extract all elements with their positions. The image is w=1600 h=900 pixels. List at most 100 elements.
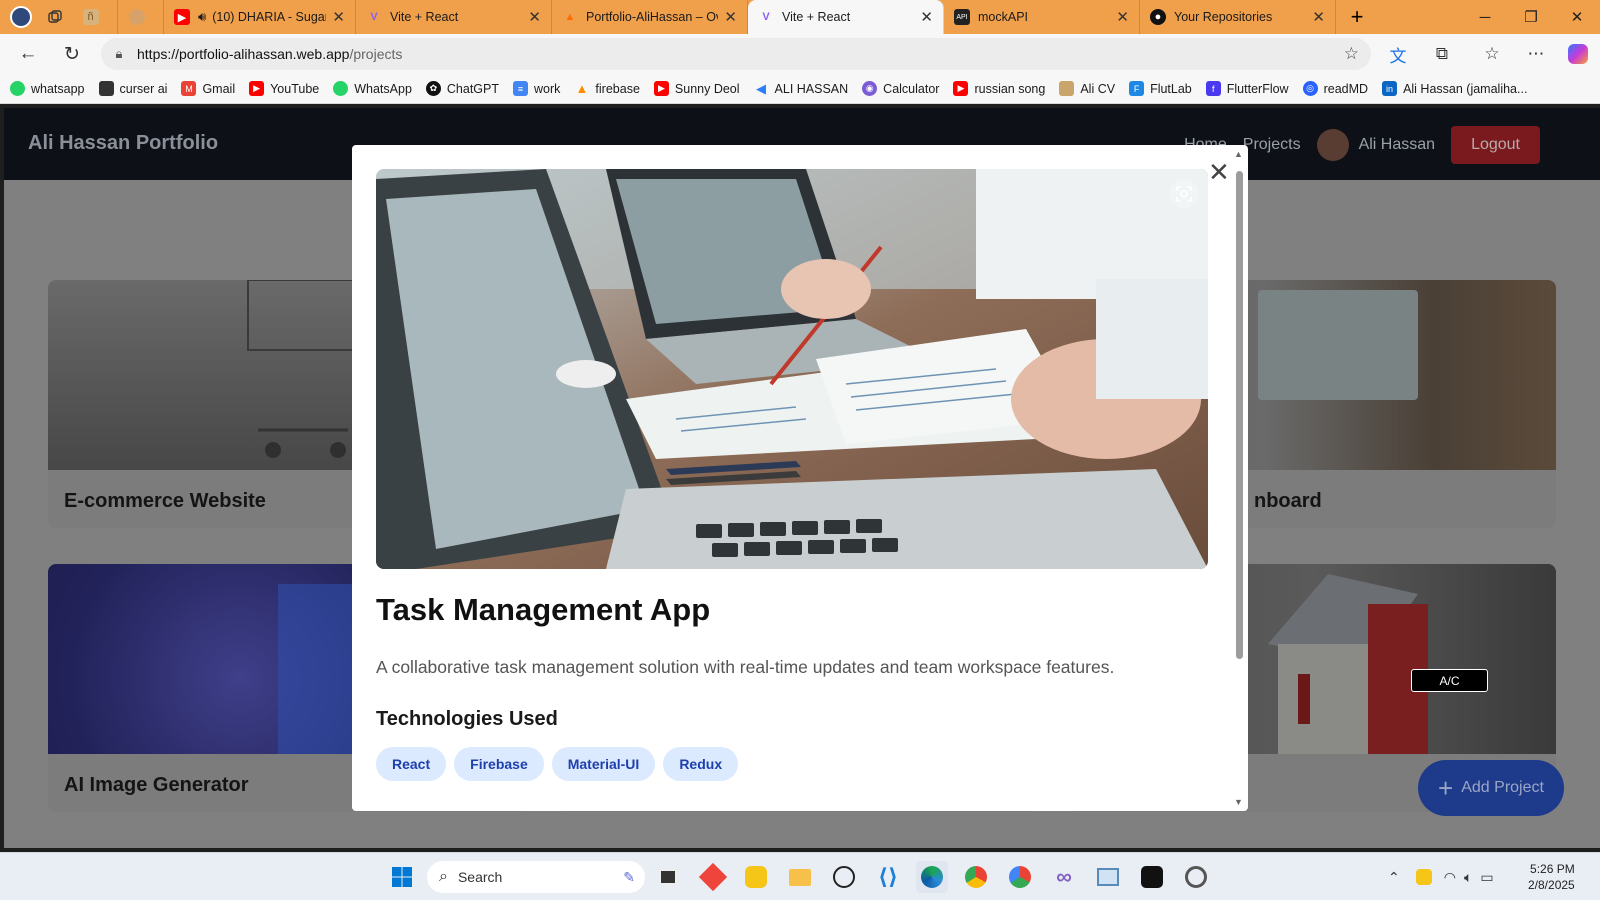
copilot-icon[interactable] [1560,36,1596,72]
taskbar-search[interactable]: ⌕ Search ✎ [427,861,645,893]
bookmark-chatgpt[interactable]: ✿ ChatGPT [425,81,499,96]
tab-youtube[interactable]: ▶ 🔊︎ (10) DHARIA - Sugar ✕ [164,0,356,34]
tab-vite-1[interactable]: V Vite + React ✕ [356,0,552,34]
photos-icon[interactable] [1092,861,1124,893]
close-icon[interactable]: ✕ [1312,8,1325,26]
capcut-icon[interactable] [1136,861,1168,893]
bookmark-russian-song[interactable]: ▶ russian song [953,81,1045,96]
close-icon[interactable]: ✕ [332,8,345,26]
yandex-icon[interactable] [1180,861,1212,893]
logout-button[interactable]: Logout [1451,126,1540,164]
modal-close-icon[interactable]: ✕ [1208,159,1230,185]
bookmark-label: ALI HASSAN [774,81,849,96]
anydesk-icon[interactable] [697,861,729,893]
linkedin-icon: in [1382,81,1398,96]
favorites-icon[interactable]: ☆ [1474,36,1510,72]
bookmark-label: FlutLab [1150,81,1192,96]
dashboard-screen [1258,290,1418,400]
taskbar-clock[interactable]: 5:26 PM 2/8/2025 [1528,861,1575,893]
scroll-down-arrow[interactable]: ▼ [1234,797,1243,807]
laptop-desk-photo [376,169,1208,569]
workspaces-icon[interactable] [38,0,72,34]
lock-icon[interactable]: 🔒︎ [101,46,137,62]
tech-chips: React Firebase Material-UI Redux [376,747,746,781]
tab-vite-active[interactable]: V Vite + React ✕ [748,0,944,34]
bookmark-work[interactable]: ≡ work [513,81,560,96]
add-project-label: Add Project [1461,779,1544,796]
bookmark-gmail[interactable]: M Gmail [181,81,235,96]
close-icon[interactable]: ✕ [724,8,737,26]
app-yellow-icon[interactable] [740,861,772,893]
edge-icon[interactable] [916,861,948,893]
wifi-icon[interactable]: ◠ [1444,869,1456,886]
extensions-icon[interactable]: ⧉ [1424,36,1460,72]
bookmark-curser-ai[interactable]: curser ai [98,81,167,96]
nav-projects[interactable]: Projects [1243,136,1301,154]
battery-icon[interactable]: ▭ [1480,869,1493,886]
user-avatar[interactable] [1316,129,1349,161]
search-highlight-icon: ✎ [623,868,635,885]
translate-icon[interactable]: 文 [1380,36,1416,72]
flutlab-icon: F [1129,81,1145,96]
tab-title: (10) DHARIA - Sugar [212,10,327,24]
bookmark-firebase[interactable]: ▲ firebase [574,81,639,96]
volume-icon[interactable]: 🔈︎ [1464,869,1472,886]
more-menu-icon[interactable]: ⋯ [1518,36,1554,72]
whatsapp-icon[interactable] [828,861,860,893]
overlay-badge[interactable]: A/C [1411,669,1488,692]
bookmark-calculator[interactable]: ◉ Calculator [862,81,939,96]
close-icon[interactable]: ✕ [528,8,541,26]
brand-title[interactable]: Ali Hassan Portfolio [28,132,218,155]
vite-icon: V [370,11,378,23]
bookmark-label: WhatsApp [354,81,412,96]
address-bar: ← ↻ 🔒︎ https://portfolio-alihassan.web.a… [0,34,1600,74]
add-project-button[interactable]: + Add Project [1418,760,1564,816]
tray-app-icon[interactable] [1415,869,1432,885]
bookmark-whatsapp[interactable]: whatsapp [10,81,85,96]
bookmark-linkedin[interactable]: in Ali Hassan (jamaliha... [1382,81,1527,96]
close-icon[interactable]: ✕ [920,8,933,26]
bookmark-label: Sunny Deol [674,81,740,96]
chevron-up-icon[interactable]: ⌃ [1388,869,1400,886]
back-button[interactable]: ← [10,36,46,72]
restore-button[interactable]: ❐ [1508,0,1554,34]
bookmark-youtube[interactable]: ▶ YouTube [249,81,319,96]
file-explorer-icon[interactable] [784,861,816,893]
vite-icon: V [762,11,770,23]
task-view-icon[interactable] [652,861,684,893]
bookmark-whatsapp-2[interactable]: WhatsApp [333,81,412,96]
profile-avatar[interactable] [4,0,38,34]
pinned-tab-1[interactable]: ñ [72,0,118,34]
bookmark-flutlab[interactable]: F FlutLab [1129,81,1192,96]
visual-search-icon[interactable] [1169,179,1199,209]
chrome-dev-icon[interactable] [1004,861,1036,893]
close-icon[interactable]: ✕ [1116,8,1129,26]
vscode-icon[interactable]: ⟨⟩ [872,861,904,893]
bookmarks-bar: whatsapp curser ai M Gmail ▶ YouTube Whats… [0,74,1600,104]
modal-scrollbar[interactable]: ▲ ▼ [1232,149,1246,807]
url-field[interactable]: 🔒︎ https://portfolio-alihassan.web.app/p… [101,38,1371,70]
speaker-icon[interactable]: 🔊︎ [198,9,206,25]
minimize-button[interactable]: ─ [1462,0,1508,34]
tab-github[interactable]: ● Your Repositories ✕ [1140,0,1336,34]
bookmark-readmd[interactable]: ◎ readMD [1302,81,1368,96]
new-tab-button[interactable]: + [1340,0,1374,34]
bookmark-flutterflow[interactable]: f FlutterFlow [1205,81,1289,96]
bookmark-ali-cv[interactable]: Ali CV [1059,81,1115,96]
scroll-up-arrow[interactable]: ▲ [1234,149,1243,159]
youtube-icon: ▶ [249,81,265,96]
bookmark-ali-hassan[interactable]: ◀ ALI HASSAN [754,81,849,96]
project-hero-image [376,169,1208,569]
reload-button[interactable]: ↻ [54,36,90,72]
chrome-icon[interactable] [960,861,992,893]
bookmark-sunny-deol[interactable]: ▶ Sunny Deol [653,81,740,96]
start-windows-icon[interactable] [386,861,418,893]
scroll-thumb[interactable] [1236,171,1243,659]
visual-studio-icon[interactable]: ∞ [1048,861,1080,893]
favorite-star-icon[interactable]: ☆ [1344,44,1359,64]
close-window-button[interactable]: ✕ [1554,0,1600,34]
pinned-tab-2[interactable] [118,0,164,34]
tab-mockapi[interactable]: API mockAPI ✕ [944,0,1140,34]
nav-user-name[interactable]: Ali Hassan [1359,136,1435,154]
tab-firebase[interactable]: ▲ Portfolio-AliHassan – Over ✕ [552,0,748,34]
